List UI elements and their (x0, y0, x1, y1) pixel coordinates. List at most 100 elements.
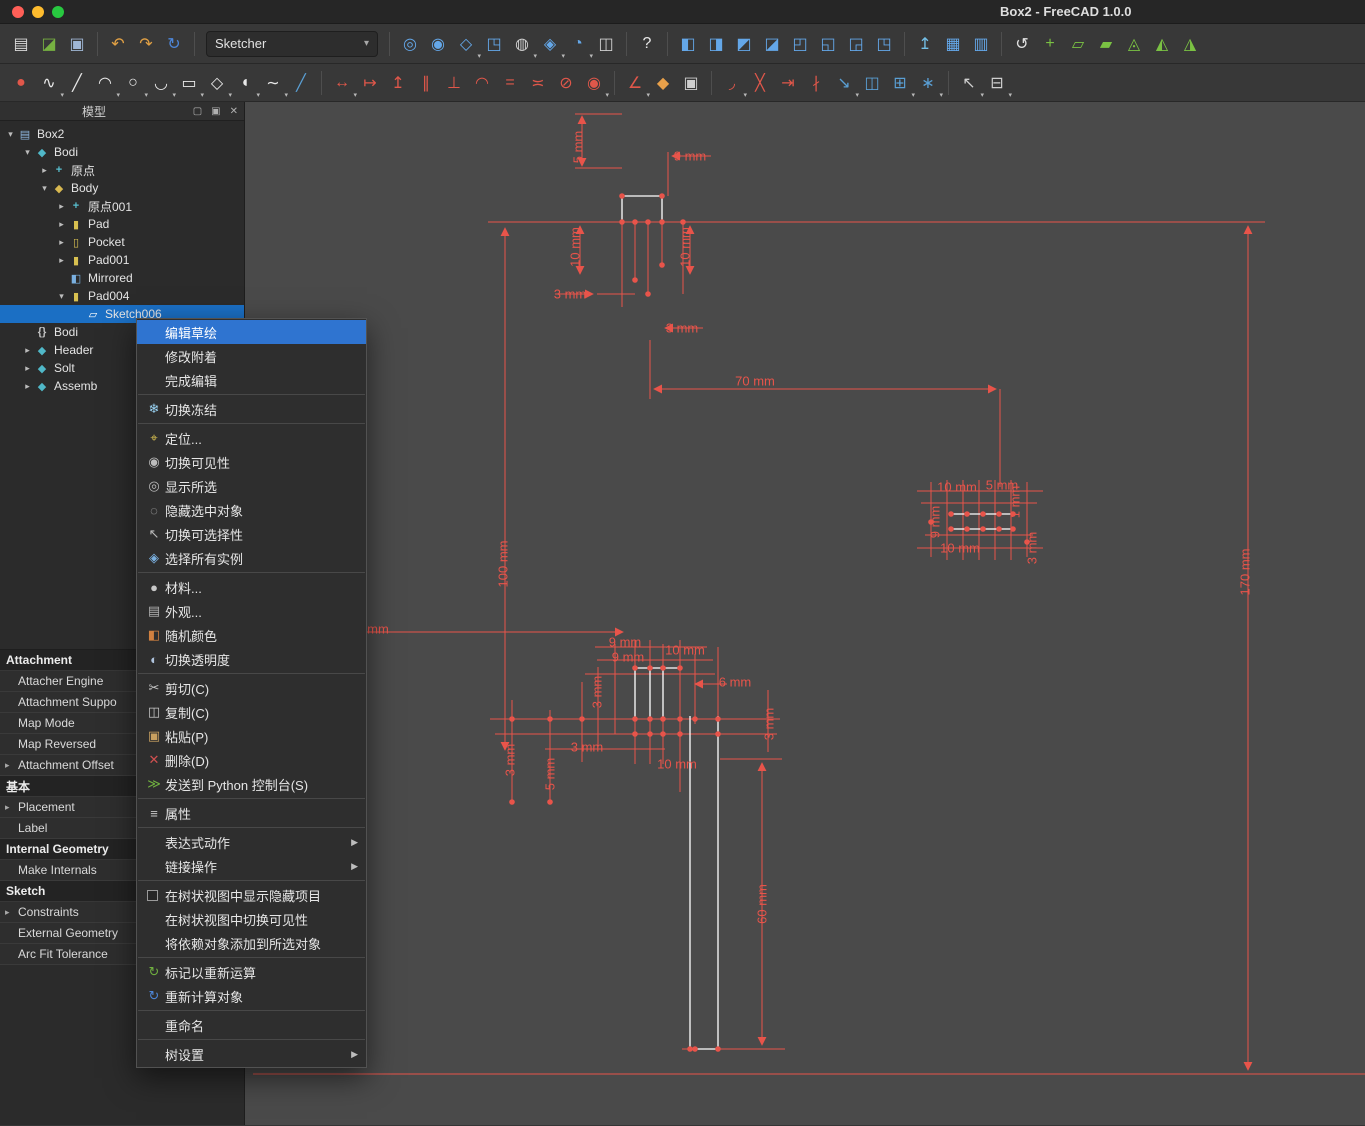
draw-style-icon[interactable]: ◍▾ (509, 31, 535, 57)
caret-right-icon[interactable]: ▸ (21, 363, 34, 374)
menu-item-hide-selection[interactable]: ◌隐藏选中对象 (137, 498, 366, 522)
caret-down-icon[interactable]: ▾ (21, 147, 34, 158)
menu-item-properties[interactable]: ≡属性 (137, 801, 366, 825)
view-axonometric-icon[interactable]: ◳ (871, 31, 897, 57)
caret-right-icon[interactable]: ▸ (5, 760, 10, 771)
fillet-icon[interactable]: ◞▾ (719, 70, 745, 96)
create-conic-icon[interactable]: ◡▾ (148, 70, 174, 96)
menu-item-expression-actions[interactable]: 表达式动作▶ (137, 830, 366, 854)
menu-item-send-to-python-console[interactable]: ≫发送到 Python 控制台(S) (137, 772, 366, 796)
create-polygon-icon[interactable]: ◇▾ (204, 70, 230, 96)
caret-right-icon[interactable]: ▸ (21, 345, 34, 356)
menu-item-appearance[interactable]: ▤外观... (137, 599, 366, 623)
caret-right-icon[interactable]: ▸ (55, 255, 68, 266)
dock-panel-icon[interactable]: ▣ (211, 106, 220, 117)
tree-item-box2[interactable]: ▾▤Box2 (0, 125, 244, 143)
menu-item-show-selection[interactable]: ◎显示所选 (137, 474, 366, 498)
symmetry-icon[interactable]: ⊞▾ (887, 70, 913, 96)
external-geometry-icon[interactable]: ↘▾ (831, 70, 857, 96)
menu-item-edit-sketch[interactable]: 编辑草绘 (137, 320, 366, 344)
caret-right-icon[interactable]: ▸ (55, 201, 68, 212)
minimize-window-button[interactable] (32, 6, 44, 18)
caret-down-icon[interactable]: ▾ (38, 183, 51, 194)
toggle-active-constraint-icon[interactable]: ▣ (678, 70, 704, 96)
caret-right-icon[interactable]: ▸ (5, 907, 10, 918)
create-slot-icon[interactable]: ◖▾ (232, 70, 258, 96)
create-line-icon[interactable]: ╱ (64, 70, 90, 96)
redo-icon[interactable]: ↷ (133, 31, 159, 57)
constrain-dimension-icon[interactable]: ↔▾ (329, 70, 355, 96)
checkbox-unchecked-icon[interactable] (147, 890, 158, 901)
caret-right-icon[interactable]: ▸ (55, 237, 68, 248)
menu-item-show-hidden-items[interactable]: 在树状视图中显示隐藏项目 (137, 883, 366, 907)
menu-item-transform[interactable]: ⌖定位... (137, 426, 366, 450)
constrain-lock-icon[interactable]: ◉▾ (581, 70, 607, 96)
menu-item-paste[interactable]: ▣粘贴(P) (137, 724, 366, 748)
create-arc-icon[interactable]: ◠▾ (92, 70, 118, 96)
constrain-block-icon[interactable]: ⊘ (553, 70, 579, 96)
tree-item-pad004[interactable]: ▾▮Pad004 (0, 287, 244, 305)
menu-item-modify-attachment[interactable]: 修改附着 (137, 344, 366, 368)
create-polyline-icon[interactable]: ∿▾ (36, 70, 62, 96)
array-transform-icon[interactable]: ∗▾ (915, 70, 941, 96)
close-panel-icon[interactable]: ✕ (230, 106, 238, 117)
caret-down-icon[interactable]: ▾ (55, 291, 68, 302)
caret-right-icon[interactable]: ▸ (5, 802, 10, 813)
rotate-view-icon[interactable]: ↺ (1009, 31, 1035, 57)
map-sketch-icon[interactable]: ▰ (1093, 31, 1119, 57)
fit-all-icon[interactable]: ◎ (397, 31, 423, 57)
tree-item-bodi[interactable]: ▾◆Bodi (0, 143, 244, 161)
constrain-parallel-icon[interactable]: ∥ (413, 70, 439, 96)
menu-item-toggle-visibility-in-tree[interactable]: 在树状视图中切换可见性 (137, 907, 366, 931)
toggle-driving-constraint-icon[interactable]: ◆ (650, 70, 676, 96)
menu-item-copy[interactable]: ◫复制(C) (137, 700, 366, 724)
viewport-image-icon[interactable]: ▦ (940, 31, 966, 57)
measure-icon[interactable]: ◫ (593, 31, 619, 57)
view-top-icon[interactable]: ◩ (731, 31, 757, 57)
refresh-icon[interactable]: ↻ (161, 31, 187, 57)
view-isometric-icon[interactable]: ◧ (675, 31, 701, 57)
viewport-3d[interactable]: 5 mm9 mm10 mm10 mm3 mm3 mm70 mm100 mm170… (245, 102, 1365, 1125)
split-edge-icon[interactable]: ∤ (803, 70, 829, 96)
menu-item-mark-to-recompute[interactable]: ↻标记以重新运算 (137, 960, 366, 984)
menu-item-link-actions[interactable]: 链接操作▶ (137, 854, 366, 878)
new-document-icon[interactable]: ▤ (8, 31, 34, 57)
fit-selection-icon[interactable]: ◉ (425, 31, 451, 57)
create-sketch-icon[interactable]: + (1037, 31, 1063, 57)
toggle-construction-icon[interactable]: ╱ (288, 70, 314, 96)
constrain-symmetric-icon[interactable]: ≍ (525, 70, 551, 96)
validate-sketch-icon[interactable]: ◭ (1149, 31, 1175, 57)
caret-right-icon[interactable]: ▸ (55, 219, 68, 230)
merge-sketches-icon[interactable]: ◮ (1177, 31, 1203, 57)
view-front-icon[interactable]: ◨ (703, 31, 729, 57)
axonometric-views-icon[interactable]: ◈▾ (537, 31, 563, 57)
caret-right-icon[interactable]: ▸ (38, 165, 51, 176)
constrain-angle-icon[interactable]: ∠▾ (622, 70, 648, 96)
tree-item-origin[interactable]: ▸+原点 (0, 161, 244, 179)
menu-item-recompute-object[interactable]: ↻重新计算对象 (137, 984, 366, 1008)
menu-item-toggle-visibility[interactable]: ◉切换可见性 (137, 450, 366, 474)
select-constraints-icon[interactable]: ↖▾ (956, 70, 982, 96)
close-window-button[interactable] (12, 6, 24, 18)
create-rectangle-icon[interactable]: ▭▾ (176, 70, 202, 96)
make-link-icon[interactable]: ↥ (912, 31, 938, 57)
menu-item-finish-editing[interactable]: 完成编辑 (137, 368, 366, 392)
view-right-icon[interactable]: ◪ (759, 31, 785, 57)
undo-icon[interactable]: ↶ (105, 31, 131, 57)
constrain-equal-icon[interactable]: = (497, 70, 523, 96)
caret-right-icon[interactable]: ▸ (21, 381, 34, 392)
open-document-icon[interactable]: ◪ (36, 31, 62, 57)
tree-item-pocket[interactable]: ▸▯Pocket (0, 233, 244, 251)
tree-item-origin001[interactable]: ▸+原点001 (0, 197, 244, 215)
menu-item-delete[interactable]: ✕删除(D) (137, 748, 366, 772)
edit-sketch-icon[interactable]: ▱ (1065, 31, 1091, 57)
create-point-icon[interactable]: ● (8, 70, 34, 96)
constrain-tangent-icon[interactable]: ◠ (469, 70, 495, 96)
workbench-selector[interactable]: Sketcher▾ (206, 31, 378, 57)
create-circle-icon[interactable]: ○▾ (120, 70, 146, 96)
reorient-sketch-icon[interactable]: ◬ (1121, 31, 1147, 57)
constrain-distance-y-icon[interactable]: ↥ (385, 70, 411, 96)
menu-item-tree-settings[interactable]: 树设置▶ (137, 1042, 366, 1066)
tree-item-body[interactable]: ▾◆Body (0, 179, 244, 197)
sync-view-icon[interactable]: ◳ (481, 31, 507, 57)
